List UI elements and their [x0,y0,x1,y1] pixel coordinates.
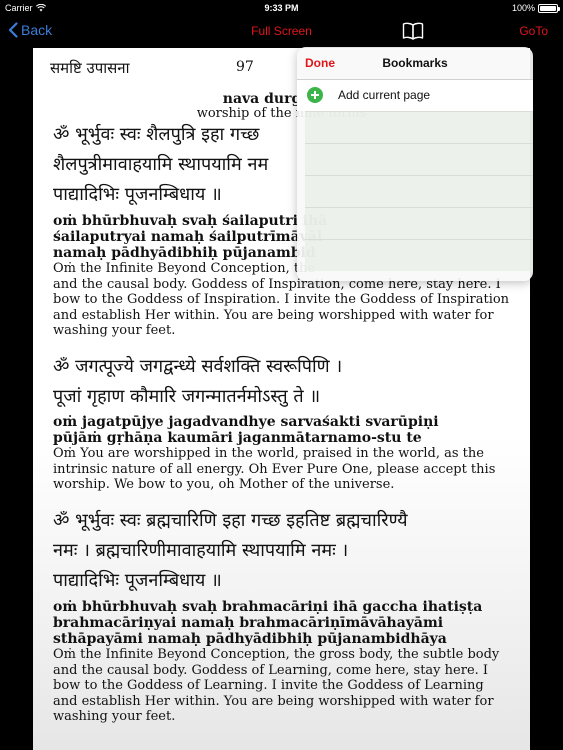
translation-line: worship. We bow to you, oh Mother of the… [53,477,395,492]
sanskrit-line: ॐ भूर्भुवः स्वः ब्रह्मचारिणि इहा गच्छ इह… [53,510,408,531]
transliteration-line: oṁ bhūrbhuvaḥ svaḥ brahmacāriṇi ihā gacc… [53,599,483,615]
translation-line: and establish Her within. You are being … [53,693,494,709]
add-current-page-label: Add current page [338,88,431,102]
verse-3: ॐ भूर्भुवः स्वः ब्रह्मचारिणि इहा गच्छ इह… [53,507,523,725]
bookmark-list-item[interactable] [305,111,533,143]
sanskrit-line: पाद्यादिभिः पूजनम्बिधाय ॥ [53,570,222,591]
bookmarks-popover: Done Bookmarks Add current page [297,47,533,281]
fullscreen-container: Full Screen [0,24,563,38]
back-label: Back [21,22,53,38]
translation-line: and the causal body. Goddess of Learning… [53,662,489,678]
sanskrit-line: नमः । ब्रह्मचारिणीमावाहयामि स्थापयामि नम… [53,540,349,561]
transliteration-line: oṁ jagatpūjye jagadvandhye sarvaśakti sv… [53,414,439,430]
bookmark-list-item[interactable] [305,207,533,239]
battery-group: 100% [511,3,560,13]
sanskrit-line: ॐ जगत्पूज्ये जगद्वन्ध्ये सर्वशक्ति स्वरू… [53,356,343,377]
bookmark-list-item[interactable] [305,175,533,207]
sanskrit-line: पूजां गृहाण कौमारि जगन्मातर्नमोऽस्तु ते … [53,386,321,407]
battery-icon [538,3,560,13]
transliteration-line: sthāpayāmi namaḥ pādhyādibhiḥ pūjanambid… [53,631,447,647]
status-bar: Carrier 9:33 PM 100% [0,0,563,16]
translation-line: Oṁ the Infinite Beyond Conception, the g… [53,647,500,662]
fullscreen-button[interactable]: Full Screen [251,24,312,38]
battery-fill [540,5,556,11]
popover-header: Done Bookmarks [297,47,533,80]
chevron-left-icon [8,22,18,38]
translation-line: washing your feet. [53,709,176,724]
page-section-title: समष्टि उपासना [50,59,130,77]
translation-line: Oṁ You are worshipped in the world, prai… [53,446,484,461]
page-number: 97 [236,59,254,75]
translation-line: and establish Her within. You are being … [53,307,494,323]
verse-2: ॐ जगत्पूज्ये जगद्वन्ध्ये सर्वशक्ति स्वरू… [53,353,523,493]
bookmark-list-item[interactable] [305,239,533,271]
navigation-bar: Back Full Screen GoTo [0,16,563,48]
book-icon[interactable] [402,21,424,41]
add-circle-icon [307,87,323,103]
bookmark-list-item[interactable] [305,143,533,175]
status-time: 9:33 PM [264,3,299,13]
goto-button[interactable]: GoTo [519,24,548,38]
popover-title: Bookmarks [382,56,448,70]
translation-line: washing your feet. [53,323,176,338]
battery-percent: 100% [511,3,535,13]
transliteration-line: pūjāṁ gṛhāṇa kaumāri jaganmātarnamo-stu … [53,430,422,446]
add-current-page-row[interactable]: Add current page [297,80,533,111]
translation-line: bow to the Goddess of Learning. I invite… [53,678,484,693]
translation-line: intrinsic nature of all energy. Oh Ever … [53,461,496,477]
back-button[interactable]: Back [8,22,52,38]
translation-line: bow to the Goddess of Inspiration. I inv… [53,292,510,307]
transliteration-line: brahmacāriṇyai namaḥ brahmacāriṇīmāvāhay… [53,615,444,631]
